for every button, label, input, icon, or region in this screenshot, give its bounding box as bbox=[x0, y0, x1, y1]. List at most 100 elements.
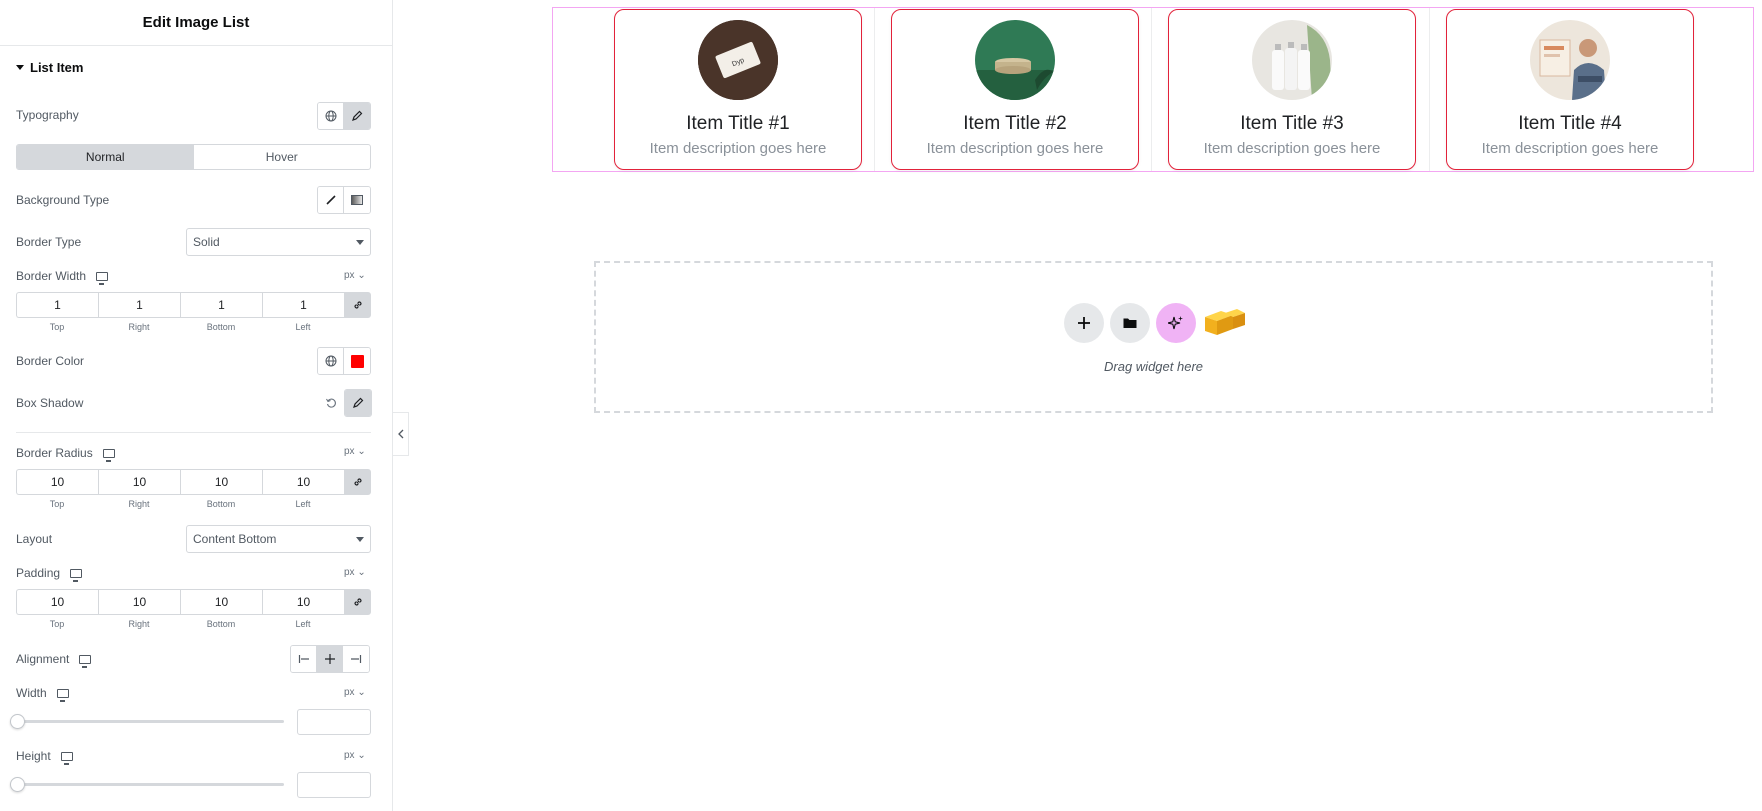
height-input[interactable] bbox=[297, 772, 371, 798]
gradient-icon[interactable] bbox=[344, 187, 370, 213]
column-separator bbox=[874, 8, 875, 171]
drop-zone[interactable]: Drag widget here bbox=[594, 261, 1713, 413]
desktop-icon[interactable] bbox=[102, 448, 115, 462]
brush-icon[interactable] bbox=[318, 187, 344, 213]
reset-icon[interactable] bbox=[325, 396, 337, 414]
border-color-controls bbox=[317, 347, 371, 375]
panel-title: Edit Image List bbox=[0, 0, 392, 46]
box-shadow-controls bbox=[344, 389, 372, 417]
unit-selector[interactable]: px ⌄ bbox=[344, 446, 366, 457]
align-start-icon[interactable] bbox=[291, 646, 317, 672]
column-separator bbox=[1151, 8, 1152, 171]
globe-icon[interactable] bbox=[318, 103, 344, 129]
link-icon[interactable] bbox=[344, 292, 371, 318]
border-radius-bottom[interactable] bbox=[180, 469, 262, 495]
item-description: Item description goes here bbox=[926, 140, 1104, 157]
color-swatch[interactable] bbox=[344, 348, 370, 374]
alignment-label: Alignment bbox=[16, 652, 92, 668]
layout-label-text: Layout bbox=[16, 532, 53, 546]
border-type-label: Border Type bbox=[16, 235, 81, 249]
border-type-label-text: Border Type bbox=[16, 235, 82, 249]
border-width-top[interactable] bbox=[16, 292, 98, 318]
layout-label: Layout bbox=[16, 532, 52, 546]
unit-selector[interactable]: px ⌄ bbox=[344, 687, 366, 698]
side-label: Right bbox=[128, 619, 150, 629]
pencil-icon[interactable] bbox=[345, 390, 371, 416]
border-color-label: Border Color bbox=[16, 354, 84, 368]
padding-bottom[interactable] bbox=[180, 589, 262, 615]
caret-down-icon bbox=[16, 65, 24, 70]
typography-controls bbox=[317, 102, 371, 130]
border-radius-label-text: Border Radius bbox=[16, 446, 93, 460]
border-radius-label: Border Radius bbox=[16, 446, 115, 462]
typography-label-text: Typography bbox=[16, 108, 79, 122]
item-description: Item description goes here bbox=[1481, 140, 1659, 157]
border-radius-inputs: Top Right Bottom Left bbox=[16, 469, 371, 509]
layout-select[interactable]: Content Bottom bbox=[186, 525, 371, 553]
height-label: Height bbox=[16, 749, 73, 765]
drop-zone-actions bbox=[1064, 303, 1246, 343]
slider-handle[interactable] bbox=[10, 777, 25, 792]
ai-sparkle-icon[interactable] bbox=[1156, 303, 1196, 343]
desktop-icon[interactable] bbox=[79, 654, 92, 668]
desktop-icon[interactable] bbox=[96, 271, 109, 285]
side-label: Bottom bbox=[206, 619, 236, 629]
item-title: Item Title #1 bbox=[686, 113, 790, 134]
image-list-widget[interactable]: Dyp Item Title #1 Item description goes … bbox=[552, 7, 1754, 172]
border-width-right[interactable] bbox=[98, 292, 180, 318]
list-item[interactable]: Item Title #4 Item description goes here bbox=[1446, 9, 1694, 170]
link-icon[interactable] bbox=[344, 589, 371, 615]
section-list-item[interactable]: List Item bbox=[16, 60, 83, 75]
list-item[interactable]: Dyp Item Title #1 Item description goes … bbox=[614, 9, 862, 170]
width-slider[interactable] bbox=[10, 714, 284, 729]
item-image bbox=[1252, 20, 1332, 100]
align-end-icon[interactable] bbox=[343, 646, 369, 672]
desktop-icon[interactable] bbox=[70, 568, 83, 582]
padding-right[interactable] bbox=[98, 589, 180, 615]
drop-zone-hint: Drag widget here bbox=[1104, 359, 1203, 374]
padding-left[interactable] bbox=[262, 589, 344, 615]
slider-handle[interactable] bbox=[10, 714, 25, 729]
width-input[interactable] bbox=[297, 709, 371, 735]
tab-hover[interactable]: Hover bbox=[194, 145, 371, 169]
item-image: Dyp bbox=[698, 20, 778, 100]
collapse-panel-button[interactable] bbox=[393, 412, 409, 456]
unit-selector[interactable]: px ⌄ bbox=[344, 750, 366, 761]
border-type-select[interactable]: Solid bbox=[186, 228, 371, 256]
globe-icon[interactable] bbox=[318, 348, 344, 374]
side-label: Top bbox=[49, 499, 65, 509]
side-label: Top bbox=[49, 619, 65, 629]
height-label-text: Height bbox=[16, 749, 51, 763]
editor-panel: Edit Image List List Item Typography Nor… bbox=[0, 0, 393, 811]
border-width-label: Border Width bbox=[16, 269, 109, 285]
side-label: Bottom bbox=[206, 322, 236, 332]
desktop-icon[interactable] bbox=[60, 751, 73, 765]
border-radius-top[interactable] bbox=[16, 469, 98, 495]
state-tabs: Normal Hover bbox=[16, 144, 371, 170]
background-type-controls bbox=[317, 186, 371, 214]
border-radius-right[interactable] bbox=[98, 469, 180, 495]
align-center-icon[interactable] bbox=[317, 646, 343, 672]
add-section-button[interactable] bbox=[1064, 303, 1104, 343]
unit-selector[interactable]: px ⌄ bbox=[344, 270, 366, 281]
list-item[interactable]: Item Title #3 Item description goes here bbox=[1168, 9, 1416, 170]
tab-normal[interactable]: Normal bbox=[17, 145, 194, 169]
pencil-icon[interactable] bbox=[344, 103, 370, 129]
side-label: Right bbox=[128, 322, 150, 332]
height-slider[interactable] bbox=[10, 777, 284, 792]
width-label-text: Width bbox=[16, 686, 47, 700]
border-width-left[interactable] bbox=[262, 292, 344, 318]
border-radius-left[interactable] bbox=[262, 469, 344, 495]
padding-top[interactable] bbox=[16, 589, 98, 615]
typography-label: Typography bbox=[16, 108, 79, 122]
list-item[interactable]: Item Title #2 Item description goes here bbox=[891, 9, 1139, 170]
section-label: List Item bbox=[30, 60, 84, 75]
unit-selector[interactable]: px ⌄ bbox=[344, 567, 366, 578]
folder-icon[interactable] bbox=[1110, 303, 1150, 343]
link-icon[interactable] bbox=[344, 469, 371, 495]
border-width-label-text: Border Width bbox=[16, 269, 87, 283]
desktop-icon[interactable] bbox=[56, 688, 69, 702]
border-color-label-text: Border Color bbox=[16, 354, 85, 368]
border-width-bottom[interactable] bbox=[180, 292, 262, 318]
blocks-icon[interactable] bbox=[1202, 303, 1246, 343]
